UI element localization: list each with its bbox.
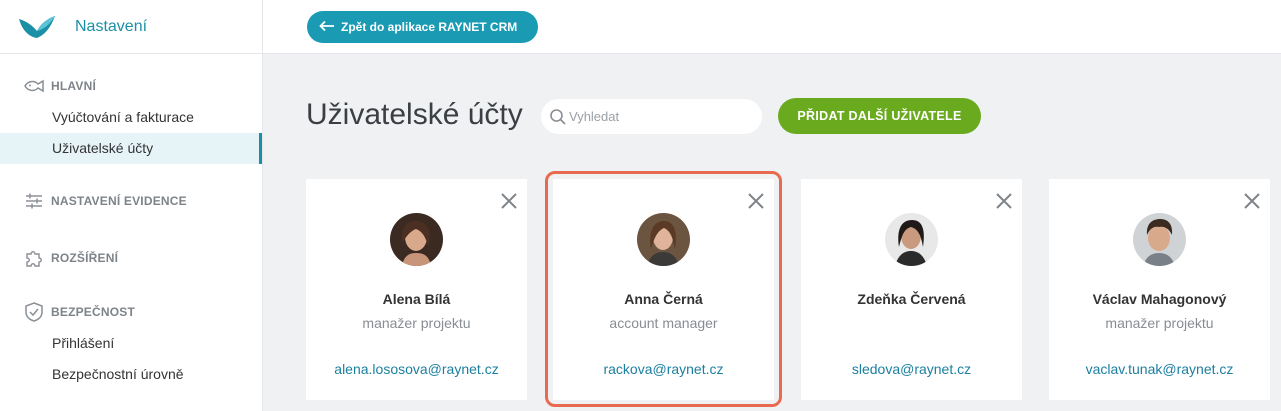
section-evidence-label: NASTAVENÍ EVIDENCE <box>51 194 187 208</box>
back-to-crm-label: Zpět do aplikace RAYNET CRM <box>341 20 518 34</box>
section-security: BEZPEČNOST <box>0 302 262 322</box>
close-icon[interactable] <box>994 191 1014 211</box>
user-email[interactable]: alena.lososova@raynet.cz <box>306 361 527 377</box>
user-role: manažer projektu <box>1105 315 1214 331</box>
section-main: HLAVNÍ <box>0 76 262 96</box>
avatar <box>390 213 443 266</box>
sliders-icon <box>23 191 45 211</box>
section-extensions-label: ROZŠÍŘENÍ <box>51 251 119 265</box>
raynet-logo-icon <box>19 15 55 38</box>
sidebar-item-billing[interactable]: Vyúčtování a fakturace <box>0 102 262 133</box>
user-name: Václav Mahagonový <box>1092 291 1227 307</box>
sidebar-item-login[interactable]: Přihlášení <box>0 328 262 359</box>
topbar: Zpět do aplikace RAYNET CRM <box>263 0 1281 54</box>
user-card[interactable]: Václav Mahagonový manažer projektu vacla… <box>1049 179 1270 400</box>
page-title: Uživatelské účty <box>306 98 523 131</box>
user-role: manažer projektu <box>362 315 471 331</box>
section-extensions[interactable]: ROZŠÍŘENÍ <box>0 248 262 268</box>
search-icon <box>550 108 566 125</box>
add-user-button[interactable]: PŘIDAT DALŠÍ UŽIVATELE <box>778 98 981 134</box>
puzzle-icon <box>23 248 45 268</box>
sidebar-item-users[interactable]: Uživatelské účty <box>0 133 262 164</box>
close-icon[interactable] <box>1242 191 1262 211</box>
avatar <box>1133 213 1186 266</box>
user-email[interactable]: vaclav.tunak@raynet.cz <box>1049 361 1270 377</box>
back-to-crm-button[interactable]: Zpět do aplikace RAYNET CRM <box>307 11 538 43</box>
sidebar-item-security-levels[interactable]: Bezpečnostní úrovně <box>0 359 262 390</box>
section-security-label: BEZPEČNOST <box>51 305 136 319</box>
fish-icon <box>23 76 45 96</box>
user-email[interactable]: sledova@raynet.cz <box>801 361 1022 377</box>
sidebar: Nastavení HLAVNÍ Vyúčtování a fakturace … <box>0 0 263 411</box>
user-card[interactable]: Alena Bílá manažer projektu alena.lososo… <box>306 179 527 400</box>
user-name: Zdeňka Červená <box>857 291 966 307</box>
section-evidence[interactable]: NASTAVENÍ EVIDENCE <box>0 191 262 211</box>
shield-icon <box>23 302 45 322</box>
search-box[interactable] <box>541 99 762 134</box>
arrow-left-icon <box>319 19 335 36</box>
selection-highlight <box>545 171 782 407</box>
search-input[interactable] <box>569 109 749 124</box>
brand: Nastavení <box>0 0 262 54</box>
user-name: Alena Bílá <box>382 291 451 307</box>
sidebar-title: Nastavení <box>75 17 148 35</box>
avatar <box>885 213 938 266</box>
close-icon[interactable] <box>499 191 519 211</box>
user-card[interactable]: Zdeňka Červená sledova@raynet.cz <box>801 179 1022 400</box>
section-main-label: HLAVNÍ <box>51 79 96 93</box>
